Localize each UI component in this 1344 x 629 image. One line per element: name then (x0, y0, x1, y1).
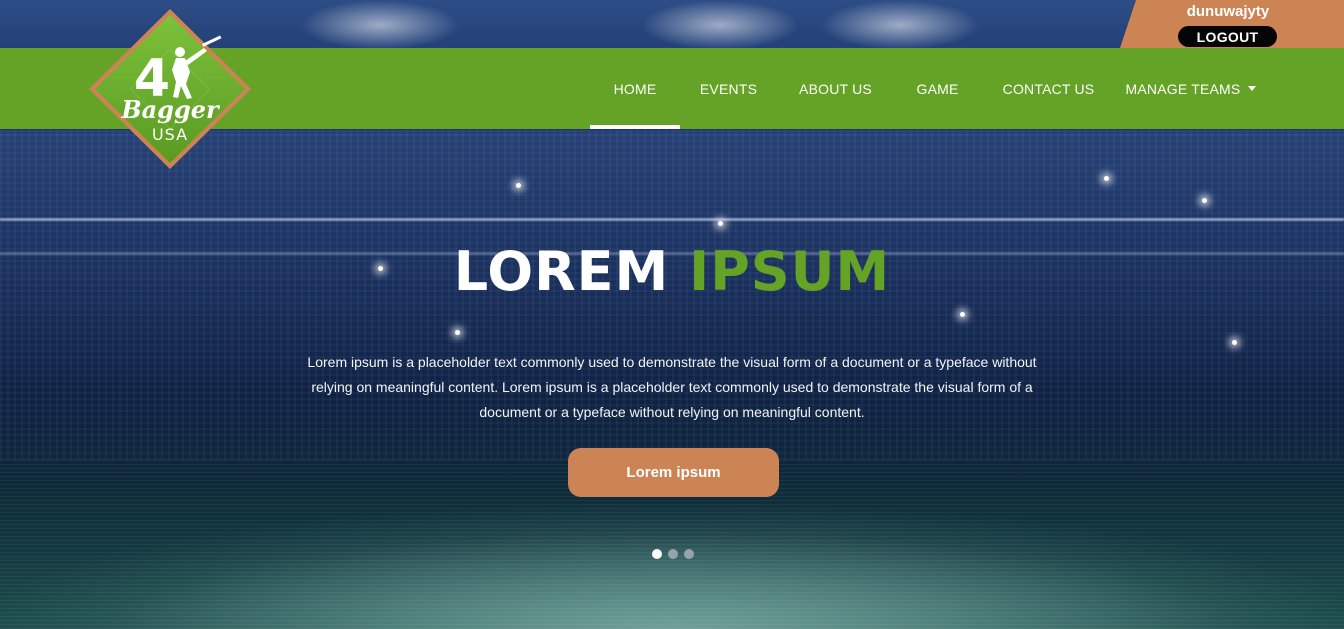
stadium-light-beam (640, 0, 800, 50)
hero-description: Lorem ipsum is a placeholder text common… (307, 354, 1037, 420)
nav-item-about-us[interactable]: ABOUT US (777, 48, 894, 129)
stadium-light (455, 330, 460, 335)
stadium-light (516, 183, 521, 188)
logo-word: Bagger (120, 95, 221, 124)
nav-item-label: EVENTS (699, 80, 758, 97)
nav-item-manage-teams[interactable]: MANAGE TEAMS (1116, 48, 1266, 129)
stadium-roof-line (0, 218, 1344, 221)
brand-logo[interactable]: 4 Bagger USA (86, 6, 254, 172)
carousel-dot[interactable] (652, 549, 662, 559)
stadium-light (960, 312, 965, 317)
stadium-light (718, 221, 723, 226)
username: dunuwajyty (1186, 3, 1270, 20)
nav-item-label: HOME (613, 80, 657, 97)
chevron-down-icon (1248, 86, 1257, 91)
nav-item-contact-us[interactable]: CONTACT US (981, 48, 1116, 129)
carousel-indicators (652, 549, 694, 559)
stadium-light (1202, 198, 1207, 203)
logout-button[interactable]: LOGOUT (1178, 26, 1277, 47)
nav-item-home[interactable]: HOME (590, 48, 680, 129)
stadium-light (1104, 176, 1109, 181)
stadium-light (1232, 340, 1237, 345)
stadium-light-beam (820, 0, 980, 50)
nav-item-events[interactable]: EVENTS (680, 48, 777, 129)
carousel-dot[interactable] (668, 549, 678, 559)
logo-subtitle: USA (152, 125, 188, 144)
nav-item-label: ABOUT US (799, 80, 872, 97)
hero-title: LOREM IPSUM (0, 240, 1344, 303)
hero-cta-button[interactable]: Lorem ipsum (568, 448, 779, 497)
stadium-light-beam (300, 0, 460, 50)
nav-item-label: MANAGE TEAMS (1125, 80, 1241, 97)
nav-menu: HOME EVENTS ABOUT US GAME CONTACT US MAN… (590, 48, 1266, 129)
hero-title-accent: IPSUM (689, 240, 891, 303)
hero-title-primary: LOREM (453, 240, 670, 303)
nav-item-label: CONTACT US (1002, 80, 1095, 97)
carousel-dot[interactable] (684, 549, 694, 559)
nav-item-label: GAME (916, 80, 959, 97)
nav-item-game[interactable]: GAME (894, 48, 981, 129)
